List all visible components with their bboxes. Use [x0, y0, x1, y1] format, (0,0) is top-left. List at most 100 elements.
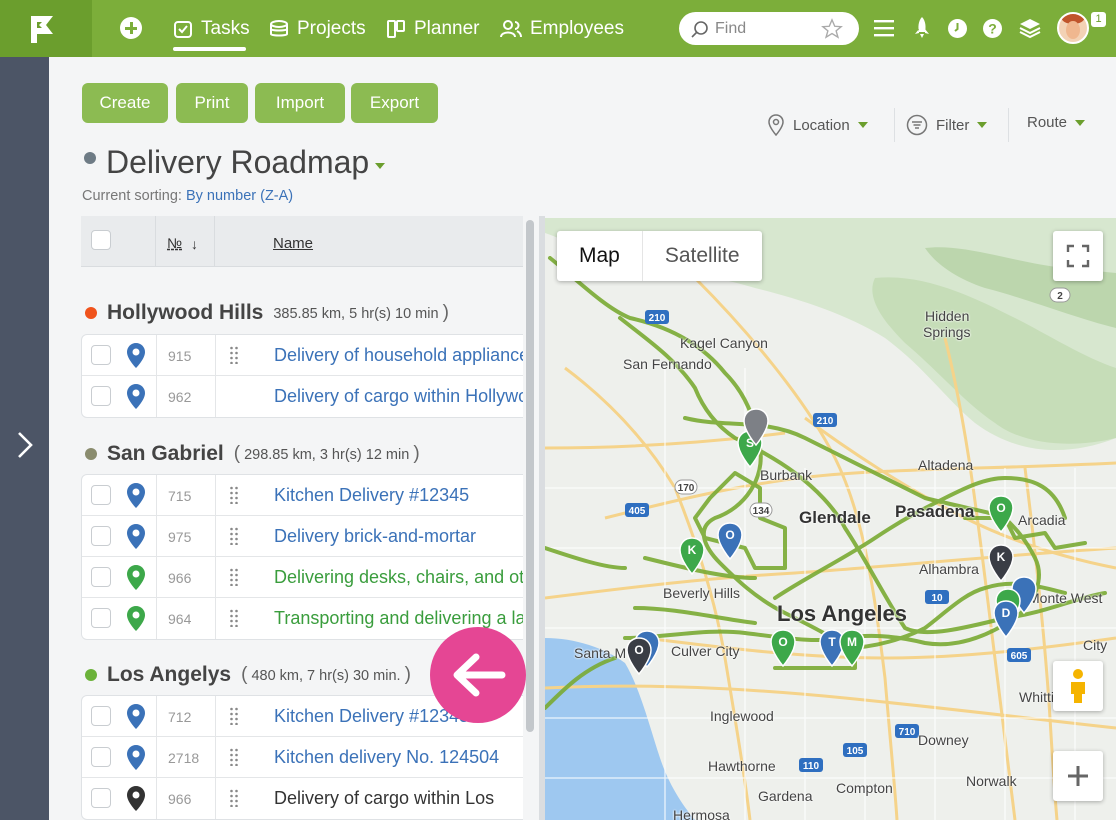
drag-handle-icon[interactable]: [230, 707, 238, 725]
export-button[interactable]: Export: [351, 83, 438, 123]
filter-icon: [906, 114, 928, 136]
table-row[interactable]: 2718 Kitchen delivery No. 124504: [82, 737, 523, 778]
table-row[interactable]: 966 Delivering desks, chairs, and other: [82, 557, 523, 598]
zoom-in-button[interactable]: [1053, 751, 1103, 801]
row-checkbox[interactable]: [91, 567, 111, 587]
drag-handle-icon[interactable]: [230, 486, 238, 504]
filter-label: Filter: [936, 116, 970, 134]
group-rows: 715 Kitchen Delivery #12345 975 Delivery…: [81, 474, 523, 640]
drag-handle-icon[interactable]: [230, 609, 238, 627]
group-header[interactable]: San Gabriel ( 298.85 km, 3 hr(s) 12 min …: [85, 442, 420, 466]
favorite-star-icon[interactable]: [821, 18, 843, 40]
map-marker[interactable]: O: [770, 629, 796, 668]
row-number: 966: [168, 791, 192, 807]
drag-handle-icon[interactable]: [230, 527, 238, 545]
map-place-label: Burbank: [760, 467, 813, 483]
user-avatar[interactable]: [1057, 12, 1089, 44]
app-logo[interactable]: [0, 0, 92, 57]
group-stats: 385.85 km, 5 hr(s) 10 min ): [273, 302, 449, 323]
search-box[interactable]: [679, 12, 859, 45]
table-row[interactable]: 966 Delivery of cargo within Los: [82, 778, 523, 819]
row-name-link[interactable]: Kitchen Delivery #12345: [274, 485, 469, 506]
map-marker[interactable]: [743, 408, 769, 447]
import-button[interactable]: Import: [255, 83, 345, 123]
search-input[interactable]: [715, 19, 825, 38]
row-name-link[interactable]: Delivery of household appliances: [274, 345, 523, 366]
map-pin-icon: [127, 606, 145, 631]
help-icon[interactable]: ?: [982, 18, 1003, 39]
drag-handle-icon[interactable]: [230, 346, 238, 364]
row-checkbox[interactable]: [91, 788, 111, 808]
map-marker[interactable]: O: [988, 495, 1014, 534]
map-pin-icon: [127, 384, 145, 409]
map-marker[interactable]: O: [626, 637, 652, 676]
row-name-link[interactable]: Delivering desks, chairs, and other: [274, 567, 523, 588]
table-row[interactable]: 962 Delivery of cargo within Hollywood: [82, 376, 523, 417]
caret-down-icon: [977, 122, 988, 128]
table-row[interactable]: 715 Kitchen Delivery #12345: [82, 475, 523, 516]
svg-text:2: 2: [1057, 291, 1063, 302]
row-checkbox[interactable]: [91, 747, 111, 767]
row-name-link[interactable]: Kitchen delivery No. 124504: [274, 747, 499, 768]
nav-planner[interactable]: Planner: [386, 0, 480, 57]
print-button[interactable]: Print: [176, 83, 248, 123]
map-marker[interactable]: K: [679, 537, 705, 576]
location-dropdown[interactable]: Location: [767, 114, 868, 136]
filter-dropdown[interactable]: Filter: [906, 114, 988, 136]
nav-employees[interactable]: Employees: [500, 0, 624, 57]
column-number[interactable]: №: [167, 235, 182, 251]
add-new-button[interactable]: [120, 17, 142, 39]
table-row[interactable]: 915 Delivery of household appliances: [82, 335, 523, 376]
row-checkbox[interactable]: [91, 608, 111, 628]
row-checkbox[interactable]: [91, 386, 111, 406]
rocket-icon[interactable]: [913, 16, 931, 40]
row-checkbox[interactable]: [91, 345, 111, 365]
group-header[interactable]: Hollywood Hills 385.85 km, 5 hr(s) 10 mi…: [85, 301, 449, 325]
title-dropdown-icon[interactable]: [375, 163, 385, 170]
row-checkbox[interactable]: [91, 526, 111, 546]
header-number-cell[interactable]: [156, 216, 215, 267]
row-name-link[interactable]: Delivery brick-and-mortar: [274, 526, 476, 547]
row-name-link[interactable]: Delivery of cargo within Los: [274, 788, 494, 809]
list-scrollbar[interactable]: [526, 220, 534, 732]
select-all-checkbox[interactable]: [91, 230, 111, 250]
route-dropdown[interactable]: Route: [1027, 114, 1086, 131]
map-type-switch: Map Satellite: [557, 231, 762, 281]
nav-projects[interactable]: Projects: [269, 0, 366, 57]
row-name-link[interactable]: Delivery of cargo within Hollywood: [274, 386, 523, 407]
row-number: 712: [168, 709, 192, 725]
back-button[interactable]: [430, 627, 526, 723]
chevron-right-icon[interactable]: [15, 431, 35, 459]
drag-handle-icon[interactable]: [230, 748, 238, 766]
sort-arrow-down-icon: ↓: [191, 236, 198, 252]
column-name[interactable]: Name: [273, 235, 313, 252]
caret-down-icon: [857, 122, 868, 128]
drag-handle-icon[interactable]: [230, 789, 238, 807]
table-row[interactable]: 975 Delivery brick-and-mortar: [82, 516, 523, 557]
fullscreen-button[interactable]: [1053, 231, 1103, 281]
sorting-label: Current sorting:: [82, 188, 182, 204]
route-map[interactable]: 210 210 405 170 134 10 105 605 2 110 710…: [545, 218, 1116, 820]
map-pin-icon: [127, 745, 145, 770]
timer-icon[interactable]: [947, 18, 968, 39]
map-pin-icon: [127, 565, 145, 590]
group-header[interactable]: Los Angelys ( 480 km, 7 hr(s) 30 min. ): [85, 663, 411, 687]
search-icon: [691, 20, 708, 38]
sorting-value[interactable]: By number (Z-A): [186, 188, 293, 204]
map-marker[interactable]: M: [839, 629, 865, 668]
create-button[interactable]: Create: [82, 83, 168, 123]
drag-handle-icon[interactable]: [230, 568, 238, 586]
row-checkbox[interactable]: [91, 706, 111, 726]
row-name-link[interactable]: Transporting and delivering a large: [274, 608, 523, 629]
map-place-label: Springs: [923, 324, 971, 340]
map-place-label: Hawthorne: [708, 758, 776, 774]
map-type-satellite[interactable]: Satellite: [641, 231, 762, 281]
row-number: 966: [168, 570, 192, 586]
menu-icon[interactable]: [874, 19, 894, 37]
row-checkbox[interactable]: [91, 485, 111, 505]
map-marker[interactable]: O: [717, 522, 743, 561]
map-marker[interactable]: D: [993, 600, 1019, 639]
map-type-map[interactable]: Map: [557, 231, 642, 281]
layers-icon[interactable]: [1019, 17, 1041, 39]
street-view-pegman[interactable]: [1053, 661, 1103, 711]
